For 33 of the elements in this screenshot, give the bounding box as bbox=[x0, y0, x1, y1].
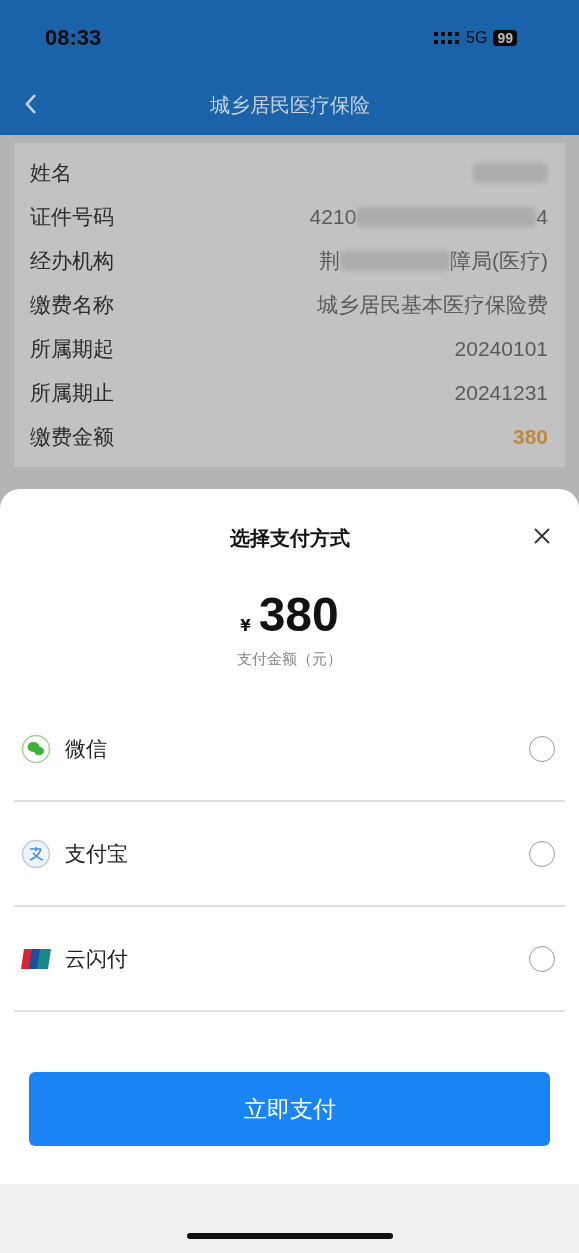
field-value: 城乡居民基本医疗保险费 bbox=[317, 292, 548, 318]
field-label: 所属期止 bbox=[30, 380, 114, 407]
field-label: 所属期起 bbox=[30, 336, 114, 363]
pay-amount: 380 bbox=[258, 587, 339, 642]
page-title: 城乡居民医疗保险 bbox=[209, 91, 370, 119]
amount-caption: 支付金额（元） bbox=[237, 650, 342, 669]
field-value: 4 bbox=[536, 205, 548, 229]
signal-icon bbox=[434, 29, 461, 46]
field-value: 4210 bbox=[309, 205, 357, 229]
battery-level: 99 bbox=[493, 29, 517, 46]
field-value: 障局(医疗) bbox=[450, 248, 548, 274]
payment-method-label: 云闪付 bbox=[65, 945, 129, 973]
pay-button[interactable]: 立即支付 bbox=[29, 1072, 550, 1146]
payment-method-label: 支付宝 bbox=[65, 840, 129, 868]
payment-method-label: 微信 bbox=[65, 735, 108, 763]
card-logo-icon bbox=[21, 947, 51, 970]
close-icon[interactable] bbox=[533, 527, 551, 545]
amount-value: 380 bbox=[512, 425, 548, 449]
back-icon[interactable] bbox=[24, 93, 38, 115]
field-value: 20240101 bbox=[454, 337, 548, 361]
field-label: 证件号码 bbox=[30, 204, 114, 231]
field-value: 荆 bbox=[319, 248, 340, 274]
field-label: 姓名 bbox=[30, 160, 72, 187]
network-label: 5G bbox=[466, 28, 488, 47]
sheet-title: 选择支付方式 bbox=[229, 524, 350, 552]
field-label: 缴费金额 bbox=[30, 424, 114, 451]
figure-symbol-icon bbox=[21, 838, 51, 869]
chat-bubbles-icon bbox=[21, 733, 51, 764]
field-value: 20241231 bbox=[454, 381, 548, 405]
field-label: 缴费名称 bbox=[30, 292, 114, 319]
status-time: 08:33 bbox=[45, 24, 102, 51]
field-label: 经办机构 bbox=[30, 248, 114, 275]
currency-symbol: ¥ bbox=[240, 617, 251, 635]
